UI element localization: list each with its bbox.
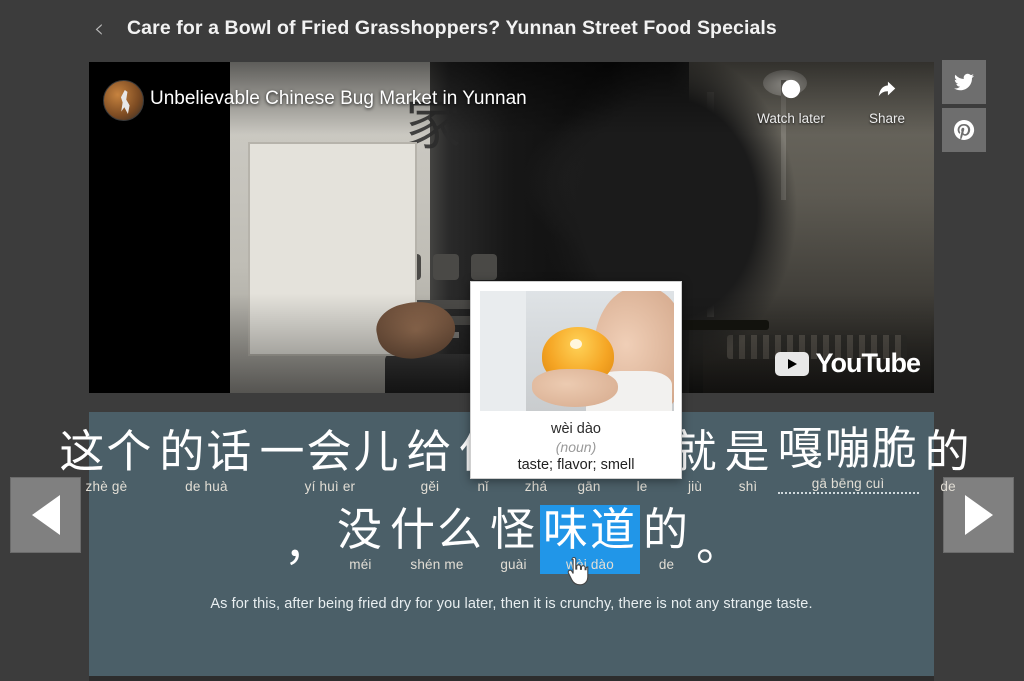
subtitle-word[interactable]: 没 méi [334, 505, 387, 574]
subtitle-word-chinese: 嘎嘣脆 [777, 422, 919, 475]
video-player: 家 Unbelievable Chinese Bug Market in Yun… [59, 62, 970, 681]
channel-avatar[interactable] [103, 80, 144, 121]
subtitle-word[interactable]: 的话 de huà [156, 427, 256, 496]
watch-later-label: Watch later [757, 111, 825, 126]
subtitle-word[interactable]: 怪 guài [487, 505, 540, 574]
subtitle-word-chinese: 的话 [159, 425, 254, 478]
chevron-left-icon[interactable]: ‹ [88, 16, 110, 43]
subtitle-word-pinyin: le [636, 479, 648, 494]
subtitle-word[interactable]: 味道 wèi dào [540, 503, 641, 574]
subtitle-word-chinese: 味道 [543, 503, 638, 556]
subtitle-word-pinyin: yí huì er [304, 479, 356, 494]
subtitle-word-pinyin: wèi dào [566, 557, 614, 572]
triangle-right-icon [964, 495, 993, 535]
subtitle-word-chinese: 一会儿 [259, 425, 401, 478]
word-definition-tooltip: wèi dào (noun) taste; flavor; smell [470, 281, 682, 479]
share-label: Share [868, 111, 906, 126]
subtitle-word-pinyin: shì [738, 479, 758, 494]
settings-button[interactable] [886, 676, 934, 681]
video-title-overlay[interactable]: Unbelievable Chinese Bug Market in Yunna… [150, 88, 527, 110]
subtitle-word-chinese: 是 [724, 425, 772, 478]
subtitle-word[interactable]: 是 shì [722, 427, 775, 496]
subtitle-english-translation: As for this, after being fried dry for y… [210, 596, 813, 612]
subtitle-word-pinyin: gěi [420, 479, 440, 494]
subtitle-word: 。 [693, 520, 746, 574]
page-header: ‹ Care for a Bowl of Fried Grasshoppers?… [0, 0, 1024, 58]
pinterest-icon [954, 119, 975, 140]
definition-image [480, 291, 674, 411]
subtitle-word-pinyin: méi [349, 557, 372, 572]
youtube-play-icon [774, 351, 809, 376]
subtitle-word-pinyin: zhá [524, 479, 548, 494]
share-arrow-icon [878, 81, 896, 97]
subtitle-word-pinyin: gā bēng cuì [777, 476, 919, 494]
share-button[interactable]: Share [848, 78, 926, 128]
subtitle-word[interactable]: 的 de [640, 505, 693, 574]
subtitle-word-pinyin: gān [577, 479, 601, 494]
subtitle-word[interactable]: 的 de [922, 427, 975, 496]
play-button[interactable] [89, 676, 133, 681]
subtitle-word-pinyin: de [658, 557, 675, 572]
subtitle-word-pinyin: zhè gè [85, 479, 128, 494]
subtitle-word-pinyin: de [940, 479, 956, 494]
subtitle-word-pinyin: nǐ [477, 479, 489, 494]
progress-bar[interactable] [181, 676, 736, 681]
subtitle-word-chinese: 给 [406, 425, 454, 478]
subtitle-word-pinyin: guài [500, 557, 527, 572]
subtitle-word-chinese: 没 [336, 503, 384, 556]
replay-button[interactable] [133, 676, 177, 681]
subtitle-word-chinese: ， [283, 518, 331, 571]
tooltip-pinyin: wèi dào [551, 421, 601, 437]
subtitle-line-2: ，没 méi 什么 shén me 怪 guài 味道 wèi dào 的 de。 [89, 505, 934, 574]
triangle-left-icon [31, 495, 60, 535]
social-share-rail [942, 60, 986, 156]
video-overlay-actions: Watch later Share [752, 78, 926, 128]
subtitle-word[interactable]: 这个 zhè gè [56, 427, 156, 496]
subtitle-word: ， [281, 520, 334, 574]
pinterest-share-button[interactable] [942, 108, 986, 152]
twitter-share-button[interactable] [942, 60, 986, 104]
subtitle-word[interactable]: 嘎嘣脆 gā bēng cuì [775, 424, 922, 496]
subtitle-word-pinyin: jiù [687, 479, 703, 494]
subtitle-word-chinese: 什么 [389, 503, 484, 556]
subtitle-word[interactable]: 一会儿 yí huì er [256, 427, 403, 496]
subtitle-word-chinese: 的 [924, 425, 972, 478]
watch-later-button[interactable]: Watch later [752, 78, 830, 128]
twitter-icon [954, 73, 974, 91]
player-controls: 00:41 / 03:46 [89, 676, 934, 681]
youtube-wordmark: YouTube [815, 348, 921, 378]
page-title: Care for a Bowl of Fried Grasshoppers? Y… [127, 17, 777, 39]
clock-icon [781, 79, 801, 99]
subtitle-word-chinese: 怪 [489, 503, 537, 556]
tooltip-definition: taste; flavor; smell [517, 457, 635, 473]
subtitle-word-pinyin: shén me [410, 557, 464, 572]
subtitle-word-chinese: 这个 [59, 425, 154, 478]
subtitle-word-chinese: 的 [643, 503, 691, 556]
volume-button[interactable] [842, 676, 886, 681]
subtitle-word-chinese: 。 [696, 518, 744, 571]
subtitle-word[interactable]: 什么 shén me [387, 505, 487, 574]
subtitle-word[interactable]: 给 gěi [403, 427, 456, 496]
app-root: ‹ Care for a Bowl of Fried Grasshoppers?… [0, 0, 1024, 681]
youtube-logo[interactable]: YouTube [774, 348, 921, 379]
tooltip-part-of-speech: (noun) [555, 439, 597, 455]
subtitle-word-pinyin: de huà [185, 479, 228, 494]
